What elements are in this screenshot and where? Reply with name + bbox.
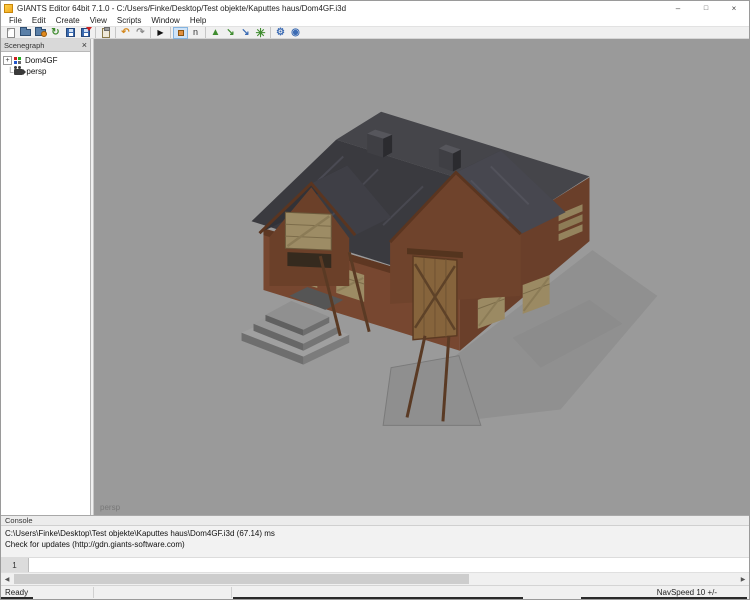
status-separator: [93, 587, 94, 598]
status-ready: Ready: [5, 588, 28, 597]
tree-node-label: Dom4GF: [25, 56, 57, 65]
console-title: Console: [5, 516, 33, 525]
export-icon[interactable]: [78, 27, 93, 39]
menu-help[interactable]: Help: [185, 16, 211, 25]
console-line: Check for updates (http://gdn.giants-sof…: [5, 539, 745, 550]
render-gizmo-icon[interactable]: ◉: [288, 27, 303, 39]
console-input[interactable]: [29, 558, 749, 572]
import-icon[interactable]: [33, 27, 48, 39]
menu-edit[interactable]: Edit: [27, 16, 51, 25]
giants-editor-window: GIANTS Editor 64bit 7.1.0 - C:/Users/Fin…: [0, 0, 750, 600]
console-input-row: 1: [1, 557, 749, 572]
maximize-icon[interactable]: □: [697, 2, 715, 14]
close-icon[interactable]: ×: [725, 2, 743, 14]
menu-view[interactable]: View: [85, 16, 112, 25]
menu-window[interactable]: Window: [146, 16, 184, 25]
tree-node-persp[interactable]: └ persp: [3, 66, 88, 77]
undo-icon[interactable]: ↶: [118, 27, 133, 39]
toolbar-separator: [170, 27, 171, 38]
viewport-camera-label: persp: [100, 503, 120, 512]
viewport-3d[interactable]: persp: [94, 39, 749, 515]
status-separator: [231, 587, 232, 598]
statusbar: Ready NavSpeed 10 +/-: [1, 585, 749, 599]
horizontal-scrollbar[interactable]: ◀ ▶: [1, 572, 749, 585]
window-title: GIANTS Editor 64bit 7.1.0 - C:/Users/Fin…: [17, 4, 669, 13]
tree-node-dom4gf[interactable]: + Dom4GF: [3, 55, 88, 66]
bottom-edge-segment: [1, 597, 33, 599]
titlebar: GIANTS Editor 64bit 7.1.0 - C:/Users/Fin…: [1, 1, 749, 15]
status-navspeed: NavSpeed 10 +/-: [657, 588, 717, 597]
scenegraph-panel: Scenegraph × + Dom4GF └ persp: [1, 39, 91, 515]
app-icon: [4, 4, 13, 13]
camera-icon: [14, 69, 23, 75]
main-area: Scenegraph × + Dom4GF └ persp: [1, 39, 749, 515]
menubar: File Edit Create View Scripts Window Hel…: [1, 15, 749, 26]
tree-node-label: persp: [26, 67, 46, 76]
expander-icon[interactable]: +: [3, 56, 12, 65]
toolbar-separator: [270, 27, 271, 38]
minimize-icon[interactable]: –: [669, 2, 687, 14]
console-header: Console: [1, 515, 749, 526]
menu-create[interactable]: Create: [51, 16, 85, 25]
house-model: [94, 39, 749, 515]
scroll-left-icon[interactable]: ◀: [1, 573, 13, 585]
scroll-right-icon[interactable]: ▶: [737, 573, 749, 585]
scenegraph-header: Scenegraph ×: [1, 39, 90, 52]
bottom-edge-segment: [581, 597, 747, 599]
scenegraph-tree: + Dom4GF └ persp: [1, 52, 90, 515]
barn-door: [413, 256, 457, 340]
console-log: C:\Users\Finke\Desktop\Test objekte\Kapu…: [1, 526, 749, 557]
window-controls: – □ ×: [669, 2, 743, 14]
toolbar-separator: [115, 27, 116, 38]
toolbar: ↻ ↶ ↷ ▶ n ▲ ↘ ↘ ✳ ⚙ ◉: [1, 26, 749, 39]
replace-gizmo-icon[interactable]: ⚙: [273, 27, 288, 39]
console-line: C:\Users\Finke\Desktop\Test objekte\Kapu…: [5, 528, 745, 539]
terrain-paint-icon[interactable]: ↘: [238, 27, 253, 39]
bottom-edge-segment: [233, 597, 523, 599]
terrain-smooth-icon[interactable]: ↘: [223, 27, 238, 39]
snap-icon[interactable]: n: [188, 27, 203, 39]
play-icon[interactable]: ▶: [153, 27, 168, 39]
scenegraph-close-icon[interactable]: ×: [82, 41, 87, 50]
paste-icon[interactable]: [98, 27, 113, 39]
toolbar-separator: [150, 27, 151, 38]
redo-icon[interactable]: ↷: [133, 27, 148, 39]
toolbar-separator: [95, 27, 96, 38]
console-line-number: 1: [1, 558, 29, 572]
tree-branch-line: └: [7, 67, 13, 77]
menu-file[interactable]: File: [4, 16, 27, 25]
toolbar-separator: [205, 27, 206, 38]
foliage-icon[interactable]: ✳: [253, 27, 268, 39]
terrain-raise-icon[interactable]: ▲: [208, 27, 223, 39]
transform-group-icon: [14, 57, 22, 65]
reload-icon[interactable]: ↻: [48, 27, 63, 39]
menu-scripts[interactable]: Scripts: [112, 16, 146, 25]
select-tool-icon[interactable]: [173, 27, 188, 39]
new-file-icon[interactable]: [3, 27, 18, 39]
scenegraph-title: Scenegraph: [4, 41, 82, 50]
scrollbar-thumb[interactable]: [14, 574, 469, 584]
save-icon[interactable]: [63, 27, 78, 39]
open-file-icon[interactable]: [18, 27, 33, 39]
